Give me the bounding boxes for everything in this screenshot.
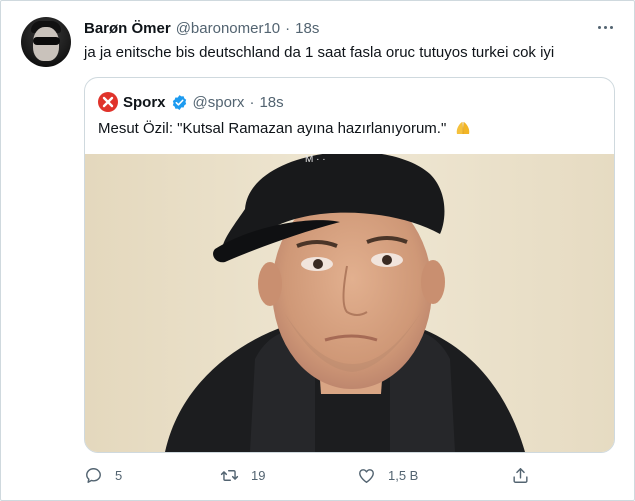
tweet-card: Barøn Ömer @baronomer10 · 18s ja ja enit… [0,0,635,501]
tweet-text: ja ja enitsche bis deutschland da 1 saat… [84,44,555,61]
share-button[interactable] [511,463,530,487]
like-count: 1,5 B [388,467,419,483]
quoted-time[interactable]: 18s [259,94,283,111]
quoted-avatar[interactable] [98,92,118,112]
more-horizontal-icon[interactable] [595,19,615,35]
share-icon [513,467,528,483]
quoted-text-line: Mesut Özil: "Kutsal Ramazan ayına hazırl… [98,119,472,139]
quoted-media-photo[interactable]: M · · [85,154,614,452]
avatar-sunglasses [33,37,60,45]
sporx-logo-icon [102,96,114,108]
quoted-text: Mesut Özil: "Kutsal Ramazan ayına hazırl… [98,120,447,137]
cap-logo: M · · [305,154,326,165]
tweet-actions: 5 19 1,5 B [84,463,534,487]
author-handle[interactable]: @baronomer10 [176,20,280,37]
quoted-author-handle[interactable]: @sporx [193,94,245,111]
quoted-tweet[interactable]: Sporx @sporx · 18s Mesut Özil: "Kutsal R… [84,77,615,453]
quoted-dot-separator: · [249,93,255,111]
tweet-time[interactable]: 18s [295,20,319,37]
verified-badge-icon [172,94,186,110]
quoted-header: Sporx @sporx · 18s [98,92,284,112]
tweet-header: Barøn Ömer @baronomer10 · 18s [84,18,319,38]
author-name[interactable]: Barøn Ömer [84,20,171,37]
retweet-count: 19 [251,467,266,483]
quoted-author-name[interactable]: Sporx [123,94,166,111]
portrait-photo: M · · [85,154,614,452]
reply-icon [86,467,101,483]
reply-button[interactable]: 5 [84,463,122,487]
avatar[interactable] [21,17,71,67]
reply-count: 5 [115,467,123,483]
praying-hands-emoji [457,122,470,134]
dot-separator: · [285,19,291,37]
retweet-button[interactable]: 19 [220,463,265,487]
heart-icon [359,468,374,483]
like-button[interactable]: 1,5 B [357,463,418,487]
retweet-icon [220,469,239,481]
